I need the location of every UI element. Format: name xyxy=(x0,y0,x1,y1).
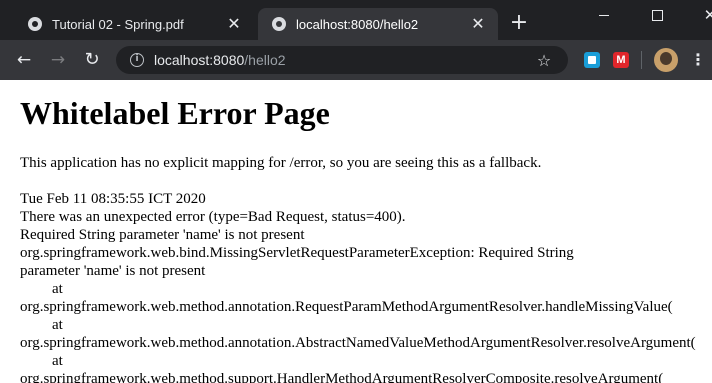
tab-strip: Tutorial 02 - Spring.pdf ✕ localhost:808… xyxy=(0,0,712,40)
tab-title: Tutorial 02 - Spring.pdf xyxy=(52,16,184,32)
stack-trace-line: org.springframework.web.method.annotatio… xyxy=(20,335,696,351)
globe-icon xyxy=(28,17,42,31)
tab-localhost-hello2[interactable]: localhost:8080/hello2 ✕ xyxy=(258,8,498,40)
error-status: There was an unexpected error (type=Bad … xyxy=(20,209,406,225)
back-arrow-icon[interactable]: ← xyxy=(12,48,36,72)
plus-icon[interactable]: + xyxy=(508,12,530,34)
maximize-button[interactable] xyxy=(635,0,679,30)
error-details: Tue Feb 11 08:35:55 ICT 2020 There was a… xyxy=(20,190,712,383)
close-icon[interactable]: ✕ xyxy=(226,16,242,32)
kebab-menu-icon[interactable]: ⋮ xyxy=(690,48,706,72)
error-timestamp: Tue Feb 11 08:35:55 ICT 2020 xyxy=(20,191,206,207)
profile-avatar[interactable] xyxy=(654,48,678,72)
url-path: /hello2 xyxy=(244,52,286,68)
info-icon[interactable]: i xyxy=(130,53,144,67)
close-icon[interactable]: ✕ xyxy=(470,16,486,32)
tab-title: localhost:8080/hello2 xyxy=(296,16,419,32)
stack-trace-line: at xyxy=(52,317,63,333)
error-message: Required String parameter 'name' is not … xyxy=(20,227,305,243)
tab-tutorial-pdf[interactable]: Tutorial 02 - Spring.pdf ✕ xyxy=(14,8,254,40)
url-text[interactable]: localhost:8080/hello2 xyxy=(154,52,534,68)
page-title: Whitelabel Error Page xyxy=(20,95,330,131)
stack-trace-line: at xyxy=(52,353,63,369)
stack-trace-line: org.springframework.web.method.support.H… xyxy=(20,371,664,383)
maximize-icon xyxy=(651,9,663,21)
window-close-button[interactable]: ✕ xyxy=(688,0,712,30)
stack-trace-line: org.springframework.web.bind.MissingServ… xyxy=(20,245,574,261)
extension-icon[interactable] xyxy=(613,52,629,68)
close-icon: ✕ xyxy=(703,5,712,24)
address-bar[interactable]: i localhost:8080/hello2 ☆ xyxy=(116,46,568,74)
stack-trace-line: org.springframework.web.method.annotatio… xyxy=(20,299,673,315)
minimize-icon xyxy=(599,14,609,16)
page-content: Whitelabel Error Page This application h… xyxy=(20,80,712,383)
reload-icon[interactable]: ↻ xyxy=(80,48,104,72)
forward-arrow-icon[interactable]: → xyxy=(46,48,70,72)
toolbar-divider xyxy=(641,51,642,69)
globe-icon xyxy=(272,17,286,31)
url-host: localhost:8080 xyxy=(154,52,245,68)
browser-toolbar: ← → ↻ i localhost:8080/hello2 ☆ ⋮ xyxy=(0,40,712,80)
minimize-button[interactable] xyxy=(582,0,626,30)
fallback-message: This application has no explicit mapping… xyxy=(20,155,542,171)
star-icon[interactable]: ☆ xyxy=(534,51,554,70)
extension-icon[interactable] xyxy=(584,52,600,68)
stack-trace-line: at xyxy=(52,281,63,297)
stack-trace-line: parameter 'name' is not present xyxy=(20,263,206,279)
